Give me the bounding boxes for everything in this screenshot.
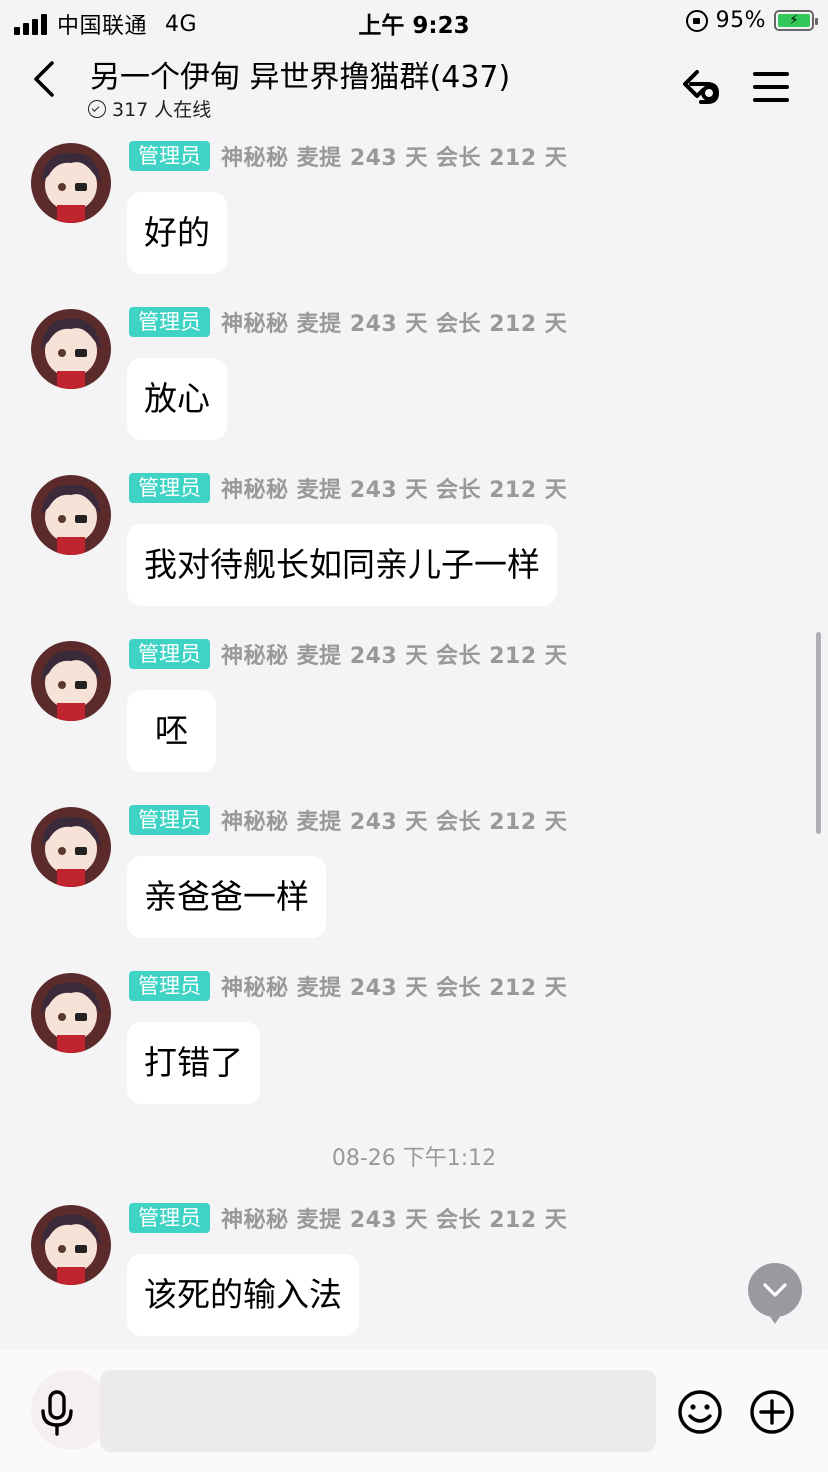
online-count-text: 317 人在线 [112, 99, 212, 121]
status-right: 95% ⚡ [685, 8, 818, 33]
back-icon [34, 61, 54, 97]
online-count: 317 人在线 [88, 95, 211, 122]
message-meta: 管理员 神秘秘 麦提 243 天 会长 212 天 [129, 970, 567, 1002]
avatar[interactable] [31, 1205, 111, 1285]
avatar[interactable] [31, 309, 111, 389]
avatar[interactable] [31, 973, 111, 1053]
battery-icon: ⚡ [774, 10, 818, 31]
message-meta: 管理员 神秘秘 麦提 243 天 会长 212 天 [129, 1202, 567, 1234]
message-meta: 管理员 神秘秘 麦提 243 天 会长 212 天 [129, 140, 567, 172]
message-meta: 管理员 神秘秘 麦提 243 天 会长 212 天 [129, 638, 567, 670]
emoji-button[interactable] [676, 1388, 724, 1436]
admin-badge: 管理员 [129, 141, 210, 171]
message-bubble[interactable]: 放心 [127, 358, 227, 440]
sender-name[interactable]: 神秘秘 麦提 243 天 会长 212 天 [221, 140, 567, 172]
battery-percent: 95% [715, 8, 766, 33]
plus-icon [750, 1390, 794, 1434]
sender-name[interactable]: 神秘秘 麦提 243 天 会长 212 天 [221, 638, 567, 670]
admin-badge: 管理员 [129, 1203, 210, 1233]
sender-name[interactable]: 神秘秘 麦提 243 天 会长 212 天 [221, 472, 567, 504]
message-list[interactable]: 管理员 神秘秘 麦提 243 天 会长 212 天 好的 管理员 神秘秘 麦提 … [0, 128, 828, 1350]
admin-badge: 管理员 [129, 805, 210, 835]
message-input[interactable] [100, 1370, 656, 1452]
message-bubble[interactable]: 打错了 [127, 1022, 260, 1104]
chevron-down-icon [763, 1283, 787, 1297]
menu-button[interactable] [744, 60, 798, 114]
message-meta: 管理员 神秘秘 麦提 243 天 会长 212 天 [129, 306, 567, 338]
avatar[interactable] [31, 475, 111, 555]
message-bubble[interactable]: 好的 [127, 192, 227, 274]
status-bar: 中国联通 4G 上午 9:23 95% ⚡ [0, 0, 828, 42]
group-title: 另一个伊甸 异世界撸猫群(437) [90, 60, 511, 95]
sender-name[interactable]: 神秘秘 麦提 243 天 会长 212 天 [221, 1202, 567, 1234]
message-meta: 管理员 神秘秘 麦提 243 天 会长 212 天 [129, 804, 567, 836]
share-link-button[interactable] [676, 60, 730, 114]
add-button[interactable] [748, 1388, 796, 1436]
microphone-icon [41, 1390, 73, 1436]
admin-badge: 管理员 [129, 307, 210, 337]
admin-badge: 管理员 [129, 971, 210, 1001]
admin-badge: 管理员 [129, 473, 210, 503]
message-bubble[interactable]: 该死的输入法 [127, 1254, 359, 1336]
voice-button[interactable] [30, 1386, 84, 1440]
scrollbar[interactable] [816, 632, 821, 834]
online-status-icon [88, 99, 106, 118]
sender-name[interactable]: 神秘秘 麦提 243 天 会长 212 天 [221, 970, 567, 1002]
message-meta: 管理员 神秘秘 麦提 243 天 会长 212 天 [129, 472, 567, 504]
avatar[interactable] [31, 807, 111, 887]
chat-header: 另一个伊甸 异世界撸猫群(437) 317 人在线 [0, 42, 828, 128]
input-bar [0, 1350, 828, 1472]
smiley-icon [678, 1390, 722, 1434]
menu-icon [753, 72, 789, 102]
message-bubble[interactable]: 呸 [127, 690, 216, 772]
admin-badge: 管理员 [129, 639, 210, 669]
back-button[interactable] [22, 56, 68, 102]
sender-name[interactable]: 神秘秘 麦提 243 天 会长 212 天 [221, 306, 567, 338]
avatar[interactable] [31, 641, 111, 721]
avatar[interactable] [31, 143, 111, 223]
rotation-lock-icon [685, 9, 708, 32]
scroll-to-bottom-button[interactable] [748, 1263, 802, 1324]
share-link-icon [683, 70, 720, 104]
message-bubble[interactable]: 亲爸爸一样 [127, 856, 326, 938]
sender-name[interactable]: 神秘秘 麦提 243 天 会长 212 天 [221, 804, 567, 836]
message-bubble[interactable]: 我对待舰长如同亲儿子一样 [127, 524, 557, 606]
message-timestamp: 08-26 下午1:12 [331, 1146, 497, 1171]
